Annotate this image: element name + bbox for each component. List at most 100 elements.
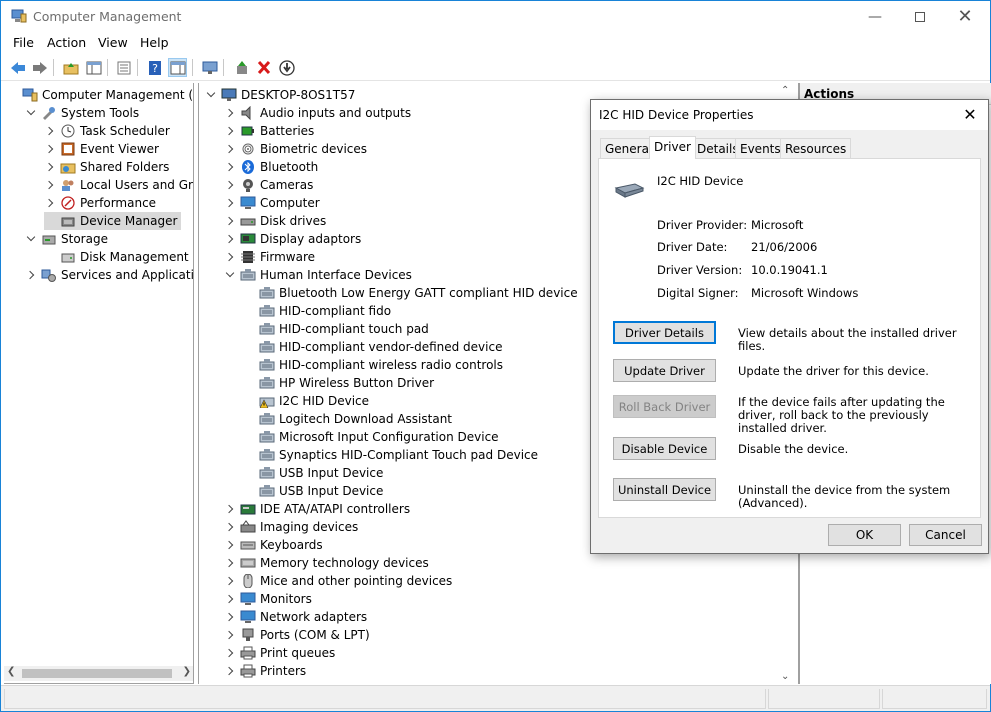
- expanded-chevron-icon[interactable]: [25, 233, 37, 245]
- console-tree-item[interactable]: Event Viewer: [44, 140, 159, 158]
- maximize-button[interactable]: [897, 1, 943, 32]
- device-tree-item[interactable]: Microsoft Input Configuration Device: [243, 428, 499, 446]
- menu-action[interactable]: Action: [47, 35, 86, 50]
- collapsed-chevron-icon[interactable]: [224, 215, 236, 227]
- device-tree-item[interactable]: Network adapters: [224, 608, 367, 626]
- device-tree-item[interactable]: Computer: [224, 194, 320, 212]
- scan-hardware-button[interactable]: [200, 58, 219, 77]
- menu-view[interactable]: View: [98, 35, 128, 50]
- device-tree-item[interactable]: Bluetooth Low Energy GATT compliant HID …: [243, 284, 578, 302]
- device-tree-item[interactable]: Bluetooth: [224, 158, 318, 176]
- console-tree-item[interactable]: Performance: [44, 194, 156, 212]
- uninstall-device-button[interactable]: Uninstall Device: [613, 478, 716, 501]
- ok-button[interactable]: OK: [828, 524, 901, 546]
- left-horizontal-scrollbar[interactable]: ❮ ❯: [4, 666, 193, 681]
- device-tree-item[interactable]: Print queues: [224, 644, 335, 662]
- uninstall-device-button[interactable]: [254, 58, 273, 77]
- collapsed-chevron-icon[interactable]: [224, 251, 236, 263]
- disable-device-button[interactable]: Disable Device: [613, 437, 716, 460]
- device-tree-item[interactable]: Monitors: [224, 590, 312, 608]
- device-tree-item[interactable]: Audio inputs and outputs: [224, 104, 411, 122]
- scroll-up-icon[interactable]: ⌃: [781, 85, 789, 96]
- console-tree-item[interactable]: Computer Management (Local: [6, 86, 193, 104]
- update-driver-button[interactable]: [232, 58, 251, 77]
- close-button[interactable]: ✕: [942, 1, 988, 32]
- device-tree-item[interactable]: Firmware: [224, 248, 315, 266]
- device-tree-item[interactable]: HID-compliant vendor-defined device: [243, 338, 502, 356]
- console-tree-item[interactable]: Storage: [25, 230, 108, 248]
- device-tree-item[interactable]: HID-compliant touch pad: [243, 320, 429, 338]
- back-button[interactable]: [8, 58, 27, 77]
- collapsed-chevron-icon[interactable]: [224, 143, 236, 155]
- device-tree-item[interactable]: Imaging devices: [224, 518, 358, 536]
- device-tree-item[interactable]: DESKTOP-8OS1T57: [205, 86, 355, 104]
- menu-file[interactable]: File: [13, 35, 34, 50]
- collapsed-chevron-icon[interactable]: [224, 197, 236, 209]
- cancel-button[interactable]: Cancel: [909, 524, 982, 546]
- device-tree-item[interactable]: Memory technology devices: [224, 554, 429, 572]
- expanded-chevron-icon[interactable]: [205, 89, 217, 101]
- collapsed-chevron-icon[interactable]: [224, 107, 236, 119]
- collapsed-chevron-icon[interactable]: [224, 629, 236, 641]
- scroll-down-icon[interactable]: ⌄: [781, 671, 789, 682]
- collapsed-chevron-icon[interactable]: [224, 665, 236, 677]
- device-tree-item[interactable]: Cameras: [224, 176, 313, 194]
- show-hide-tree-button[interactable]: [84, 58, 103, 77]
- install-driver-button[interactable]: [277, 58, 296, 77]
- roll-back-driver-button[interactable]: Roll Back Driver: [613, 395, 716, 418]
- collapsed-chevron-icon[interactable]: [224, 611, 236, 623]
- show-action-pane-button[interactable]: [168, 58, 187, 77]
- device-tree-item[interactable]: Disk drives: [224, 212, 326, 230]
- device-tree-item[interactable]: Human Interface Devices: [224, 266, 412, 284]
- collapsed-chevron-icon[interactable]: [224, 161, 236, 173]
- collapsed-chevron-icon[interactable]: [224, 647, 236, 659]
- collapsed-chevron-icon[interactable]: [44, 161, 56, 173]
- tab-resources[interactable]: Resources: [780, 138, 852, 158]
- console-tree-item[interactable]: Shared Folders: [44, 158, 169, 176]
- device-tree-item[interactable]: Display adaptors: [224, 230, 361, 248]
- collapsed-chevron-icon[interactable]: [224, 539, 236, 551]
- tab-events[interactable]: Events: [735, 138, 786, 158]
- collapsed-chevron-icon[interactable]: [224, 233, 236, 245]
- properties-button[interactable]: [114, 58, 133, 77]
- device-tree-item[interactable]: Biometric devices: [224, 140, 367, 158]
- device-tree-item[interactable]: HID-compliant fido: [243, 302, 391, 320]
- console-tree-item[interactable]: System Tools: [25, 104, 139, 122]
- collapsed-chevron-icon[interactable]: [224, 179, 236, 191]
- device-tree-item[interactable]: I2C HID Device: [243, 392, 369, 410]
- collapsed-chevron-icon[interactable]: [224, 575, 236, 587]
- device-tree-item[interactable]: Printers: [224, 662, 306, 680]
- expanded-chevron-icon[interactable]: [25, 107, 37, 119]
- forward-button[interactable]: [30, 58, 49, 77]
- device-tree-item[interactable]: IDE ATA/ATAPI controllers: [224, 500, 410, 518]
- collapsed-chevron-icon[interactable]: [44, 179, 56, 191]
- console-tree-item[interactable]: Services and Applications: [25, 266, 193, 284]
- collapsed-chevron-icon[interactable]: [224, 125, 236, 137]
- console-tree-item[interactable]: Task Scheduler: [44, 122, 170, 140]
- device-tree-item[interactable]: Keyboards: [224, 536, 323, 554]
- device-tree-item[interactable]: HID-compliant wireless radio controls: [243, 356, 503, 374]
- device-tree-item[interactable]: Ports (COM & LPT): [224, 626, 370, 644]
- device-tree-item[interactable]: Mice and other pointing devices: [224, 572, 452, 590]
- collapsed-chevron-icon[interactable]: [44, 197, 56, 209]
- console-tree-item[interactable]: Disk Management: [44, 248, 189, 266]
- device-tree-item[interactable]: USB Input Device: [243, 482, 383, 500]
- minimize-button[interactable]: —: [852, 1, 898, 32]
- update-driver-button[interactable]: Update Driver: [613, 359, 716, 382]
- device-tree-item[interactable]: Synaptics HID-Compliant Touch pad Device: [243, 446, 538, 464]
- help-button[interactable]: ?: [145, 58, 164, 77]
- scroll-right-icon[interactable]: ❯: [183, 666, 191, 677]
- collapsed-chevron-icon[interactable]: [44, 143, 56, 155]
- device-tree-item[interactable]: Logitech Download Assistant: [243, 410, 452, 428]
- collapsed-chevron-icon[interactable]: [224, 521, 236, 533]
- dialog-close-button[interactable]: ✕: [960, 105, 980, 125]
- expanded-chevron-icon[interactable]: [224, 269, 236, 281]
- device-tree-item[interactable]: HP Wireless Button Driver: [243, 374, 434, 392]
- tab-driver[interactable]: Driver: [649, 136, 696, 159]
- menu-help[interactable]: Help: [140, 35, 169, 50]
- device-tree-item[interactable]: USB Input Device: [243, 464, 383, 482]
- up-folder-button[interactable]: [61, 58, 80, 77]
- collapsed-chevron-icon[interactable]: [25, 269, 37, 281]
- collapsed-chevron-icon[interactable]: [224, 503, 236, 515]
- console-tree-item[interactable]: Local Users and Groups: [44, 176, 193, 194]
